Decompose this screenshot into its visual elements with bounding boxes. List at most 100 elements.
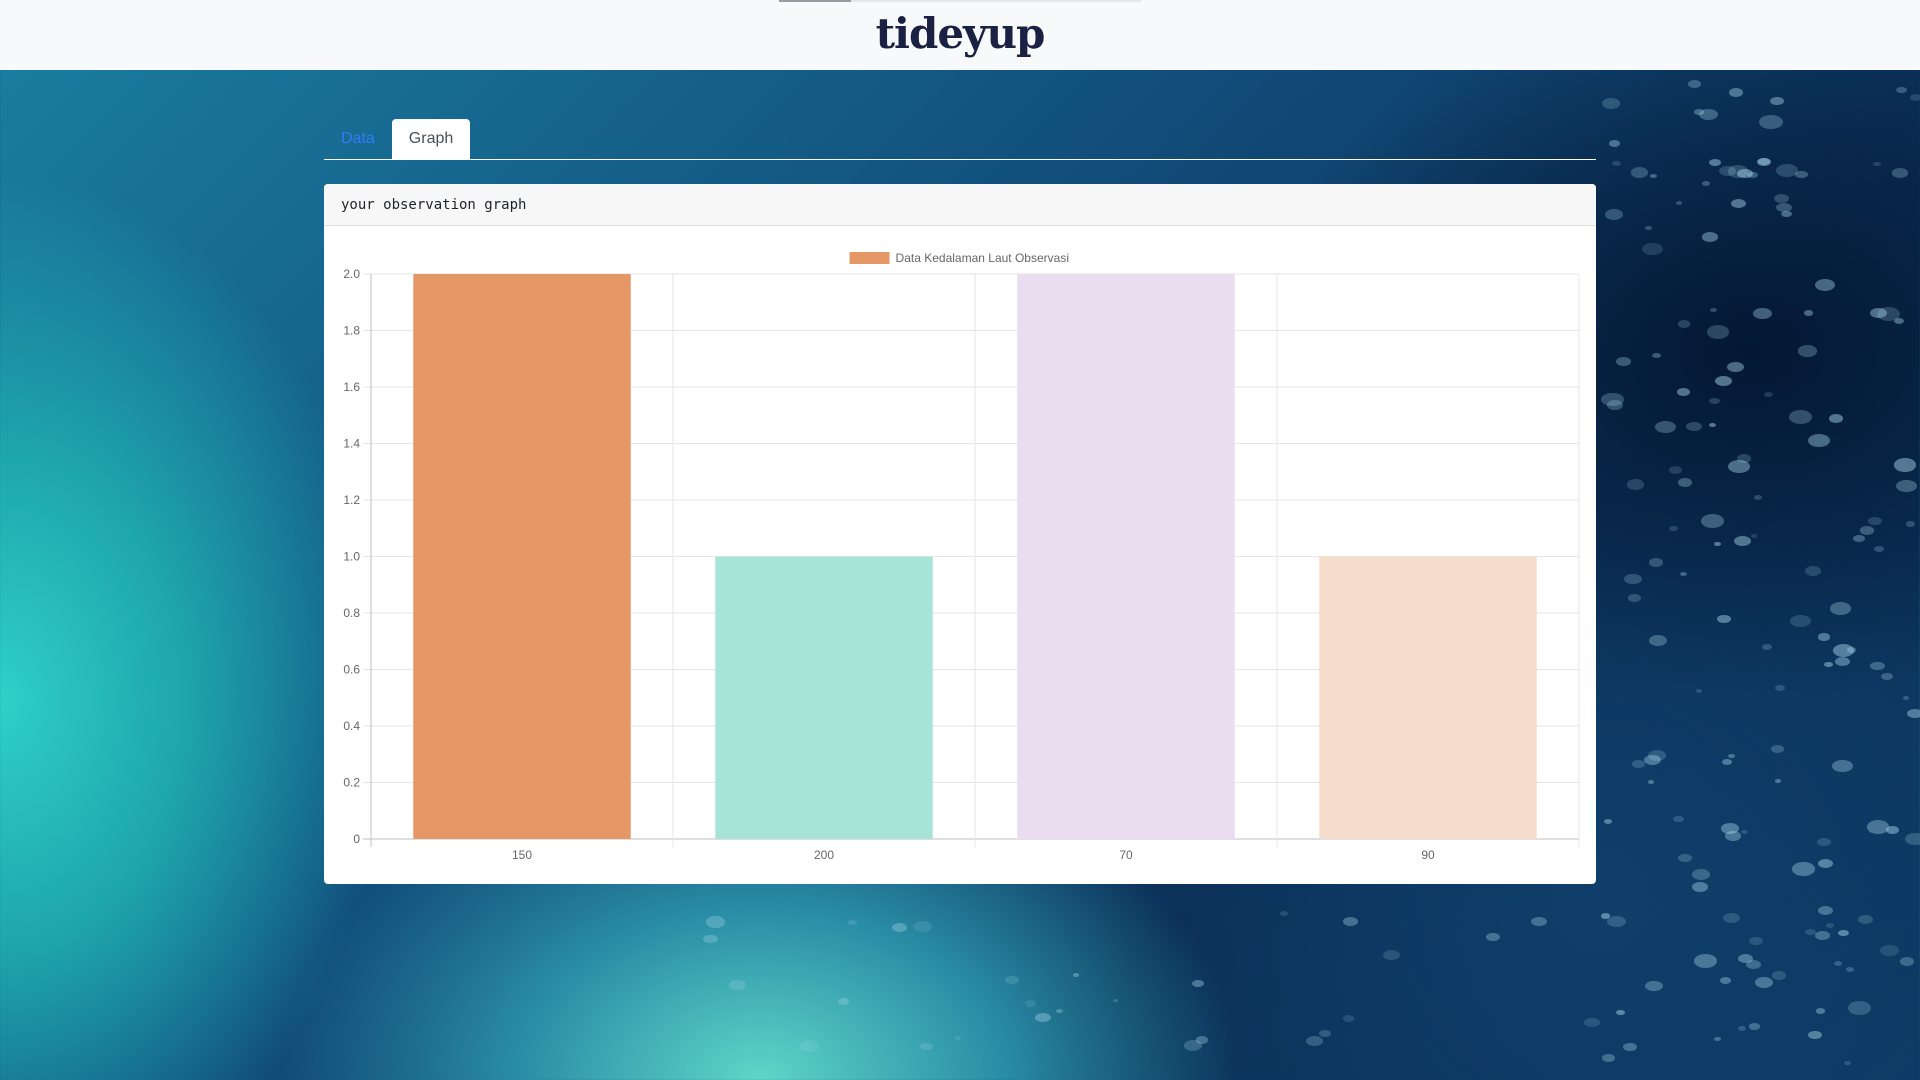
bar-150: [413, 274, 631, 839]
background-bubble: [1056, 1009, 1064, 1014]
background-bubble: [1696, 689, 1703, 694]
background-bubble: [1686, 421, 1703, 431]
background-bubble: [1815, 931, 1830, 941]
tab-bar: Data Graph: [324, 118, 1596, 160]
background-bubble: [1722, 912, 1741, 923]
background-bubble: [1892, 168, 1908, 178]
background-bubble: [1714, 1037, 1721, 1042]
background-bubble: [1846, 647, 1856, 653]
background-bubble: [1706, 325, 1729, 339]
background-bubble: [1485, 933, 1500, 942]
background-bubble: [1833, 960, 1842, 966]
background-bubble: [1677, 478, 1693, 487]
graph-card: your observation graph 0 0.2 0.4 0.6 0.8 1.0 1…: [324, 184, 1596, 884]
background-bubble: [706, 916, 725, 928]
background-bubble: [1719, 976, 1732, 984]
background-bubble: [1702, 232, 1719, 242]
background-bubble: [1604, 208, 1624, 220]
tab-data[interactable]: Data: [324, 119, 392, 159]
background-bubble: [1679, 571, 1687, 576]
background-bubble: [1676, 200, 1683, 205]
background-bubble: [1714, 375, 1733, 387]
background-bubble: [1867, 516, 1882, 526]
tab-graph[interactable]: Graph: [391, 119, 471, 159]
brand-logo[interactable]: tideyup: [876, 9, 1046, 58]
background-bubble: [1700, 513, 1724, 528]
legend-swatch: [849, 252, 890, 264]
background-bubble: [1343, 916, 1359, 926]
background-bubble: [1191, 979, 1204, 987]
bar-90: [1319, 556, 1537, 839]
y-tick-label: 0: [353, 832, 360, 846]
background-bubble: [1737, 1026, 1746, 1032]
card-title: your observation graph: [324, 184, 1596, 226]
background-bubble: [1859, 526, 1874, 535]
background-bubble: [1759, 114, 1783, 129]
background-bubble: [1773, 194, 1789, 204]
background-bubble: [1642, 242, 1663, 256]
background-bubble: [1583, 1017, 1600, 1027]
x-tick-label: 90: [1421, 848, 1435, 862]
background-bubble: [1072, 973, 1080, 978]
background-bubble: [1803, 310, 1814, 317]
background-bubble: [1893, 458, 1916, 472]
background-bubble: [848, 919, 858, 926]
background-bubble: [1791, 862, 1815, 876]
y-tick-label: 0.8: [343, 606, 360, 620]
chart-legend[interactable]: Data Kedalaman Laut Observasi: [849, 251, 1069, 265]
background-bubble: [1903, 696, 1910, 701]
background-bubble: [1616, 356, 1632, 366]
top-navbar: tideyup: [0, 0, 1920, 70]
background-bubble: [729, 979, 746, 990]
background-bubble: [1607, 916, 1626, 928]
legend-label: Data Kedalaman Laut Observasi: [896, 251, 1069, 265]
background-bubble: [1740, 829, 1749, 835]
background-bubble: [1691, 869, 1710, 880]
background-bubble: [1306, 1035, 1324, 1046]
background-bubble: [1835, 656, 1851, 666]
background-bubble: [1630, 167, 1648, 178]
background-bubble: [1845, 967, 1855, 973]
top-progress-indicator: [779, 0, 851, 2]
background-bubble: [1648, 558, 1663, 567]
background-bubble: [1669, 466, 1683, 475]
background-bubble: [1716, 614, 1731, 623]
y-tick-label: 1.0: [343, 550, 360, 564]
background-bubble: [1383, 949, 1401, 960]
background-bubble: [1818, 633, 1831, 641]
background-bubble: [799, 1040, 819, 1052]
background-bubble: [1632, 760, 1645, 768]
background-bubble: [913, 921, 932, 933]
background-bubble: [1817, 859, 1833, 869]
background-bubble: [1751, 533, 1758, 538]
background-bubble: [1722, 759, 1732, 765]
background-bubble: [1775, 202, 1792, 213]
background-bubble: [1873, 162, 1881, 167]
background-bubble: [1677, 320, 1691, 328]
background-bubble: [1709, 397, 1721, 405]
background-bubble: [1710, 308, 1718, 313]
background-bubble: [1752, 307, 1772, 320]
background-bubble: [1816, 1008, 1826, 1014]
background-bubble: [1677, 853, 1693, 863]
background-bubble: [1112, 998, 1119, 1002]
background-bubble: [1847, 1001, 1871, 1016]
background-bubble: [1829, 414, 1844, 423]
background-bubble: [1895, 479, 1917, 493]
background-bubble: [1279, 911, 1288, 917]
background-bubble: [1814, 279, 1835, 292]
background-bubble: [1714, 542, 1722, 547]
background-bubble: [1318, 1029, 1332, 1038]
background-bubble: [1677, 388, 1691, 397]
background-bubble: [1880, 944, 1900, 957]
background-bubble: [1600, 392, 1624, 407]
background-bubble: [1728, 88, 1744, 98]
background-bubble: [1721, 823, 1740, 834]
background-bubble: [892, 922, 908, 932]
background-bubble: [1626, 479, 1644, 490]
background-bubble: [1804, 928, 1816, 936]
bar-200: [715, 556, 933, 839]
background-bubble: [1691, 881, 1708, 892]
background-bubble: [1808, 433, 1831, 447]
background-bubble: [1774, 778, 1782, 783]
